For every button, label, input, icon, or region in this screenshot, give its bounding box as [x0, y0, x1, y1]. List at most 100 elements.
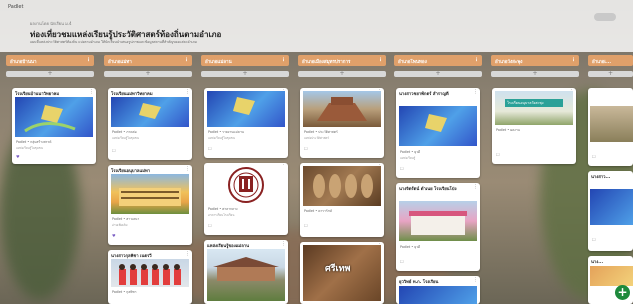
- post-title: ยุววิทย์ ท.ก. โรงเรียน: [399, 279, 439, 284]
- comment-icon[interactable]: ☐: [592, 154, 596, 159]
- emblem-logo: [228, 167, 264, 203]
- post-title: โรงเรียนบ้านนาวิทยาคม: [15, 91, 60, 96]
- post-image-art: [313, 174, 373, 198]
- column-header[interactable]: อำเภอเ...: [588, 55, 633, 66]
- post-image-art: [24, 105, 76, 133]
- post-image: [303, 91, 381, 127]
- comment-icon[interactable]: ☐: [400, 166, 404, 171]
- post-image-art: [213, 257, 279, 281]
- post-caption: แหล่งประวัติศาสตร์: [304, 136, 329, 140]
- post-image-art: [139, 103, 161, 119]
- post-author: Padlet • กุลพิชา: [112, 290, 137, 294]
- more-icon[interactable]: ⋮: [281, 241, 286, 247]
- post-title: แหล่งเรียนรู้ของแม่ลาน: [207, 243, 249, 248]
- column-header[interactable]: อำเภอโพนทอง ⋮: [394, 55, 482, 66]
- more-icon[interactable]: ⋮: [378, 57, 383, 63]
- post-image: [111, 259, 189, 287]
- post-image: [207, 249, 285, 301]
- post-author: Padlet • ภาคต่อ: [112, 130, 137, 134]
- more-icon[interactable]: ⋮: [185, 166, 190, 172]
- add-post-button[interactable]: +: [588, 70, 633, 77]
- post-author: Padlet • ประวัติศาสตร์: [304, 130, 338, 134]
- comment-icon[interactable]: ☐: [304, 146, 308, 151]
- more-icon[interactable]: ⋮: [473, 277, 478, 283]
- post-image-art: [409, 211, 467, 235]
- post-card[interactable]: ⋮ Padlet • ประวัติศาสตร์ แหล่งประวัติศาส…: [300, 88, 384, 158]
- post-card[interactable]: ☐: [588, 88, 633, 166]
- post-image: [399, 201, 477, 241]
- more-icon[interactable]: ⋮: [86, 57, 91, 63]
- post-image: [590, 189, 633, 225]
- board-header: Padlet ผลงานโดย นักเรียน ม.4 ท่องเที่ยวช…: [0, 0, 633, 52]
- column-header[interactable]: อำเภอบ้านนา ⋮: [6, 55, 94, 66]
- post-card[interactable]: นางสาวกุลพิชา เนตรวี ⋮ Padlet • กุลพิชา: [108, 250, 192, 304]
- column-header[interactable]: อำเภอแม่ลาน ⋮: [201, 55, 289, 66]
- post-image: [399, 286, 477, 304]
- comment-icon[interactable]: ☐: [208, 223, 212, 228]
- more-icon[interactable]: ⋮: [89, 89, 94, 95]
- post-image-art: [317, 97, 367, 121]
- comment-icon[interactable]: ☐: [496, 152, 500, 157]
- more-icon[interactable]: ⋮: [185, 89, 190, 95]
- post-card[interactable]: แหล่งเรียนรู้ของแม่ลาน ⋮: [204, 240, 288, 304]
- add-post-fab[interactable]: +: [615, 285, 630, 300]
- post-card[interactable]: นางจิตรัตน์ ดำเนย โรงเรียนโป่ง ⋮ Padlet …: [396, 183, 480, 271]
- heart-icon[interactable]: ♥: [16, 154, 20, 159]
- post-author: Padlet • ผลงาน: [496, 128, 520, 132]
- more-icon[interactable]: ⋮: [474, 57, 479, 63]
- post-image-art: [233, 97, 255, 115]
- add-post-button[interactable]: +: [298, 70, 386, 77]
- add-post-button[interactable]: +: [104, 70, 192, 77]
- more-icon[interactable]: ⋮: [184, 57, 189, 63]
- post-author: Padlet • ศาลากลาง: [208, 207, 238, 211]
- post-image: [399, 106, 477, 146]
- more-icon[interactable]: ⋮: [185, 251, 190, 257]
- post-title: โรงเรียนแม่ทาวิทยาคม: [111, 91, 153, 96]
- post-caption: แหล่งเรียนรู้ในชุมชน: [16, 146, 43, 150]
- post-caption: อาคารเรียนโรงเรียน: [208, 213, 235, 217]
- post-card[interactable]: ยุววิทย์ ท.ก. โรงเรียน ⋮: [396, 276, 480, 304]
- add-post-button[interactable]: +: [491, 70, 579, 77]
- header-button[interactable]: [594, 13, 616, 21]
- board-author: ผลงานโดย นักเรียน ม.4: [30, 21, 72, 26]
- more-icon[interactable]: ⋮: [473, 89, 478, 95]
- post-card[interactable]: โรงเรียนอนุบาลแม่ทา ⋮ Padlet • สาวเลนา อ…: [108, 165, 192, 245]
- post-author: Padlet • กลุ่มสร้างสรรค์: [16, 140, 52, 144]
- post-card[interactable]: ⋮ โรงเรียนอนุบาลวังสะพุง Padlet • ผลงาน …: [492, 88, 576, 164]
- post-card[interactable]: นางสาวชยาพักตร์ สำราญดี ⋮ Padlet • ยุวดี…: [396, 88, 480, 178]
- post-image: [111, 174, 189, 214]
- post-image: [207, 166, 285, 204]
- comment-icon[interactable]: ☐: [304, 223, 308, 228]
- more-icon[interactable]: ⋮: [571, 57, 576, 63]
- column-header[interactable]: อำเภอเมืองสมุทรปราการ ⋮: [298, 55, 386, 66]
- heart-icon[interactable]: ♥: [112, 233, 116, 238]
- more-icon[interactable]: ⋮: [473, 184, 478, 190]
- comment-icon[interactable]: ☐: [112, 148, 116, 153]
- post-card[interactable]: โรงเรียนบ้านนาวิทยาคม ⋮ Padlet • กลุ่มสร…: [12, 88, 96, 164]
- post-card[interactable]: ⋮ Padlet • ดารารักษ์ ☐: [300, 163, 384, 237]
- post-image: [303, 166, 381, 206]
- post-author: Padlet • ยุวดี: [400, 245, 421, 249]
- post-image-art: [425, 114, 447, 132]
- add-post-button[interactable]: +: [394, 70, 482, 77]
- post-title: นาง...: [591, 259, 604, 264]
- post-card[interactable]: ⋮ ศรีเทพ: [300, 242, 384, 304]
- post-title: นางจิตรัตน์ ดำเนย โรงเรียนโป่ง: [399, 186, 457, 191]
- comment-icon[interactable]: ☐: [592, 237, 596, 242]
- comment-icon[interactable]: ☐: [208, 146, 212, 151]
- post-image: [590, 266, 633, 286]
- comment-icon[interactable]: ☐: [400, 259, 404, 264]
- board-description: แผนที่แหล่งประวัติศาสตร์ท้องถิ่น แบ่งตาม…: [30, 40, 197, 44]
- column-header[interactable]: อำเภอวังสะพุง ⋮: [491, 55, 579, 66]
- column-header[interactable]: อำเภอแม่ทา ⋮: [104, 55, 192, 66]
- add-post-button[interactable]: +: [201, 70, 289, 77]
- post-author: Padlet • รายงานแม่ลาน: [208, 130, 244, 134]
- post-author: Padlet • สาวเลนา: [112, 217, 140, 221]
- more-icon[interactable]: ⋮: [281, 57, 286, 63]
- post-card[interactable]: ⋮ Padlet • รายงานแม่ลาน แหล่งเรียนรู้ในช…: [204, 88, 288, 158]
- post-card[interactable]: ⋮ Padlet • ศาลากลาง อาคารเรียนโรงเรียน ☐: [204, 163, 288, 235]
- post-card[interactable]: โรงเรียนแม่ทาวิทยาคม ⋮ Padlet • ภาคต่อ แ…: [108, 88, 192, 160]
- post-caption: แหล่งเรียนรู้ในชุมชน: [112, 136, 139, 140]
- post-card[interactable]: นางสาว... ☐: [588, 171, 633, 251]
- add-post-button[interactable]: +: [6, 70, 94, 77]
